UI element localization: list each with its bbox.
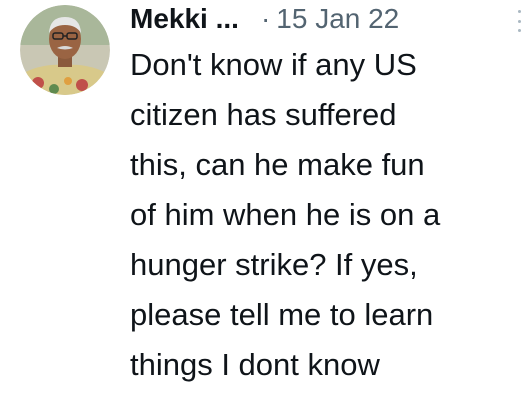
tweet-text-line: hunger strike? If yes, bbox=[130, 247, 418, 282]
separator-dot: · bbox=[260, 3, 271, 34]
avatar-image bbox=[20, 5, 110, 95]
tweet-header: Mekki ... · 15 Jan 22 bbox=[130, 2, 521, 36]
tweet-text-line: of him when he is on a bbox=[130, 197, 441, 232]
tweet-text-line: things I dont know bbox=[130, 347, 380, 382]
tweet-text-line: citizen has suffered bbox=[130, 97, 397, 132]
author-name[interactable]: Mekki ... bbox=[130, 3, 239, 35]
tweet-text-line: Don't know if any US bbox=[130, 47, 417, 82]
tweet-text: Don't know if any US citizen has suffere… bbox=[130, 40, 515, 390]
tweet[interactable]: Mekki ... · 15 Jan 22 Don't know if any … bbox=[0, 0, 524, 400]
more-vertical-icon[interactable] bbox=[514, 10, 524, 32]
timestamp[interactable]: 15 Jan 22 bbox=[276, 3, 399, 35]
tweet-text-line: please tell me to learn bbox=[130, 297, 434, 332]
avatar[interactable] bbox=[20, 5, 110, 95]
tweet-text-line: this, can he make fun bbox=[130, 147, 425, 182]
